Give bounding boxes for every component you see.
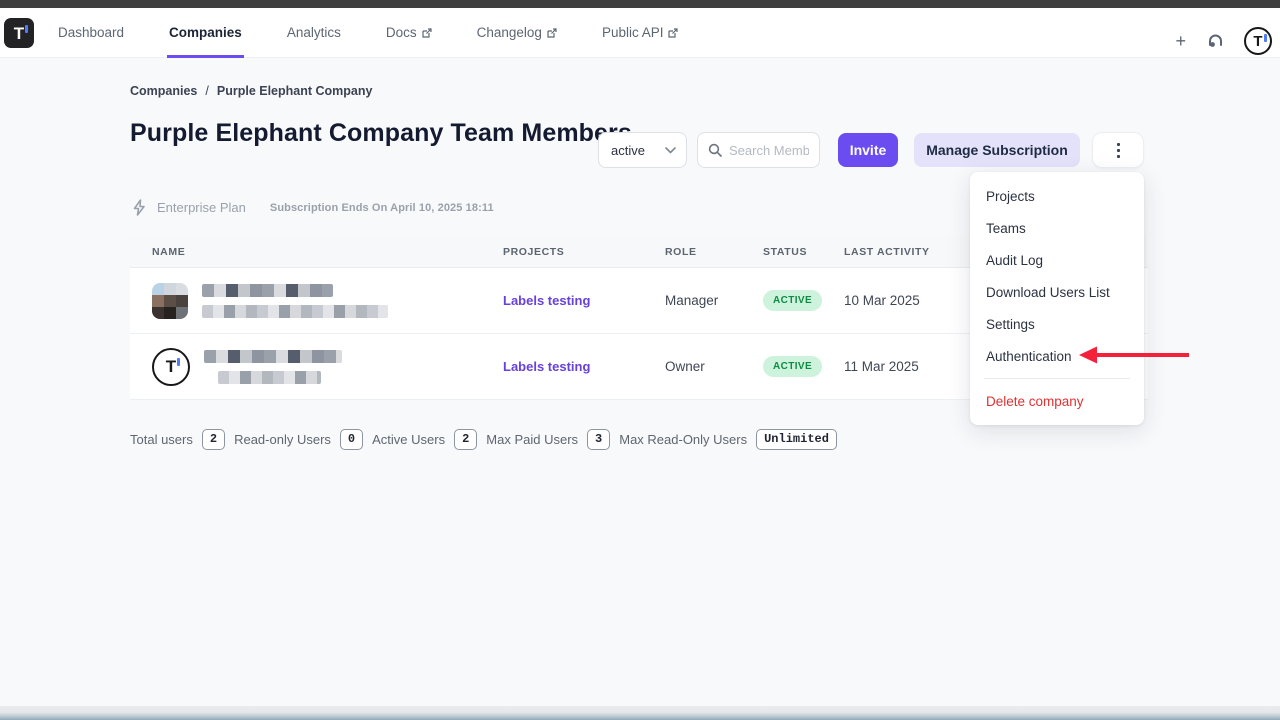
more-options-button[interactable] xyxy=(1092,132,1144,168)
status-badge: ACTIVE xyxy=(763,356,822,377)
nav-menu: Dashboard Companies Analytics Docs Chang… xyxy=(56,8,721,58)
nav-right-actions: + T xyxy=(1175,16,1272,66)
avatar-t-icon: T xyxy=(166,358,176,375)
stat-value: 2 xyxy=(454,429,477,450)
user-avatar[interactable]: T xyxy=(1244,27,1272,55)
last-activity: 11 Mar 2025 xyxy=(844,359,919,374)
nav-item-docs[interactable]: Docs xyxy=(384,8,434,58)
stat-label: Active Users xyxy=(372,432,445,447)
nav-item-public-api[interactable]: Public API xyxy=(600,8,681,58)
stat-label: Total users xyxy=(130,432,193,447)
manage-subscription-button[interactable]: Manage Subscription xyxy=(914,133,1080,167)
plan-name: Enterprise Plan xyxy=(157,200,246,215)
menu-item-projects[interactable]: Projects xyxy=(970,180,1144,212)
subscription-note: Subscription Ends On April 10, 2025 18:1… xyxy=(270,202,494,214)
user-stats-row: Total users 2 Read-only Users 0 Active U… xyxy=(130,429,837,450)
filter-value: active xyxy=(611,143,645,158)
nav-item-label: Analytics xyxy=(287,25,341,40)
nav-item-label: Dashboard xyxy=(58,25,124,40)
nav-item-analytics[interactable]: Analytics xyxy=(285,8,343,58)
app-logo[interactable]: T xyxy=(4,18,34,48)
external-link-icon xyxy=(547,28,557,38)
member-avatar xyxy=(152,283,188,319)
nav-item-label: Companies xyxy=(169,25,242,40)
status-badge: ACTIVE xyxy=(763,290,822,311)
page-title: Purple Elephant Company Team Members xyxy=(130,120,660,148)
search-container xyxy=(697,132,820,168)
member-avatar: T xyxy=(152,348,190,386)
member-name-cell: T xyxy=(130,348,503,386)
menu-item-audit-log[interactable]: Audit Log xyxy=(970,244,1144,276)
avatar-t-icon: T xyxy=(1253,34,1262,49)
logo-t-icon: T xyxy=(14,25,24,42)
plan-row: Enterprise Plan Subscription Ends On Apr… xyxy=(132,199,494,216)
support-icon[interactable] xyxy=(1206,32,1224,50)
col-header-role: ROLE xyxy=(665,246,763,258)
nav-item-label: Changelog xyxy=(477,25,542,40)
member-role: Manager xyxy=(665,293,718,308)
breadcrumb-separator: / xyxy=(205,84,208,98)
kebab-dot xyxy=(1117,149,1120,152)
nav-item-dashboard[interactable]: Dashboard xyxy=(56,8,126,58)
col-header-name: NAME xyxy=(130,246,503,258)
stat-value: 2 xyxy=(202,429,225,450)
last-activity: 10 Mar 2025 xyxy=(844,293,920,308)
redacted-name xyxy=(204,350,342,384)
stat-label: Read-only Users xyxy=(234,432,331,447)
chevron-down-icon xyxy=(665,147,676,154)
nav-item-label: Docs xyxy=(386,25,417,40)
project-link[interactable]: Labels testing xyxy=(503,359,590,374)
project-link[interactable]: Labels testing xyxy=(503,293,590,308)
status-filter-select[interactable]: active xyxy=(598,132,687,168)
stat-value: 0 xyxy=(340,429,363,450)
search-input[interactable] xyxy=(729,143,809,158)
stat-label: Max Paid Users xyxy=(486,432,578,447)
stat-label: Max Read-Only Users xyxy=(619,432,747,447)
lightning-bolt-icon xyxy=(132,199,147,216)
menu-item-delete-company[interactable]: Delete company xyxy=(970,385,1144,417)
top-navigation: T Dashboard Companies Analytics Docs Cha… xyxy=(0,8,1280,58)
col-header-projects: PROJECTS xyxy=(503,246,665,258)
invite-button[interactable]: Invite xyxy=(838,133,898,167)
redacted-name xyxy=(202,284,388,318)
search-icon xyxy=(708,143,722,157)
nav-item-label: Public API xyxy=(602,25,664,40)
menu-item-authentication[interactable]: Authentication xyxy=(970,340,1144,372)
menu-divider xyxy=(984,378,1130,379)
kebab-dot xyxy=(1117,155,1120,158)
member-role: Owner xyxy=(665,359,705,374)
stat-value: 3 xyxy=(587,429,610,450)
add-icon[interactable]: + xyxy=(1175,32,1186,50)
member-name-cell xyxy=(130,283,503,319)
external-link-icon xyxy=(668,28,678,38)
window-bottom-scrollbar[interactable] xyxy=(0,706,1280,720)
breadcrumb-companies[interactable]: Companies xyxy=(130,84,197,98)
nav-item-changelog[interactable]: Changelog xyxy=(475,8,559,58)
external-link-icon xyxy=(422,28,432,38)
col-header-status: STATUS xyxy=(763,246,844,258)
breadcrumb-current: Purple Elephant Company xyxy=(217,84,373,98)
menu-item-teams[interactable]: Teams xyxy=(970,212,1144,244)
nav-item-companies[interactable]: Companies xyxy=(167,8,244,58)
menu-item-download-users-list[interactable]: Download Users List xyxy=(970,276,1144,308)
company-options-menu: Projects Teams Audit Log Download Users … xyxy=(970,172,1144,425)
menu-item-settings[interactable]: Settings xyxy=(970,308,1144,340)
kebab-dot xyxy=(1117,143,1120,146)
stat-value: Unlimited xyxy=(756,429,837,450)
breadcrumb: Companies / Purple Elephant Company xyxy=(130,84,372,98)
